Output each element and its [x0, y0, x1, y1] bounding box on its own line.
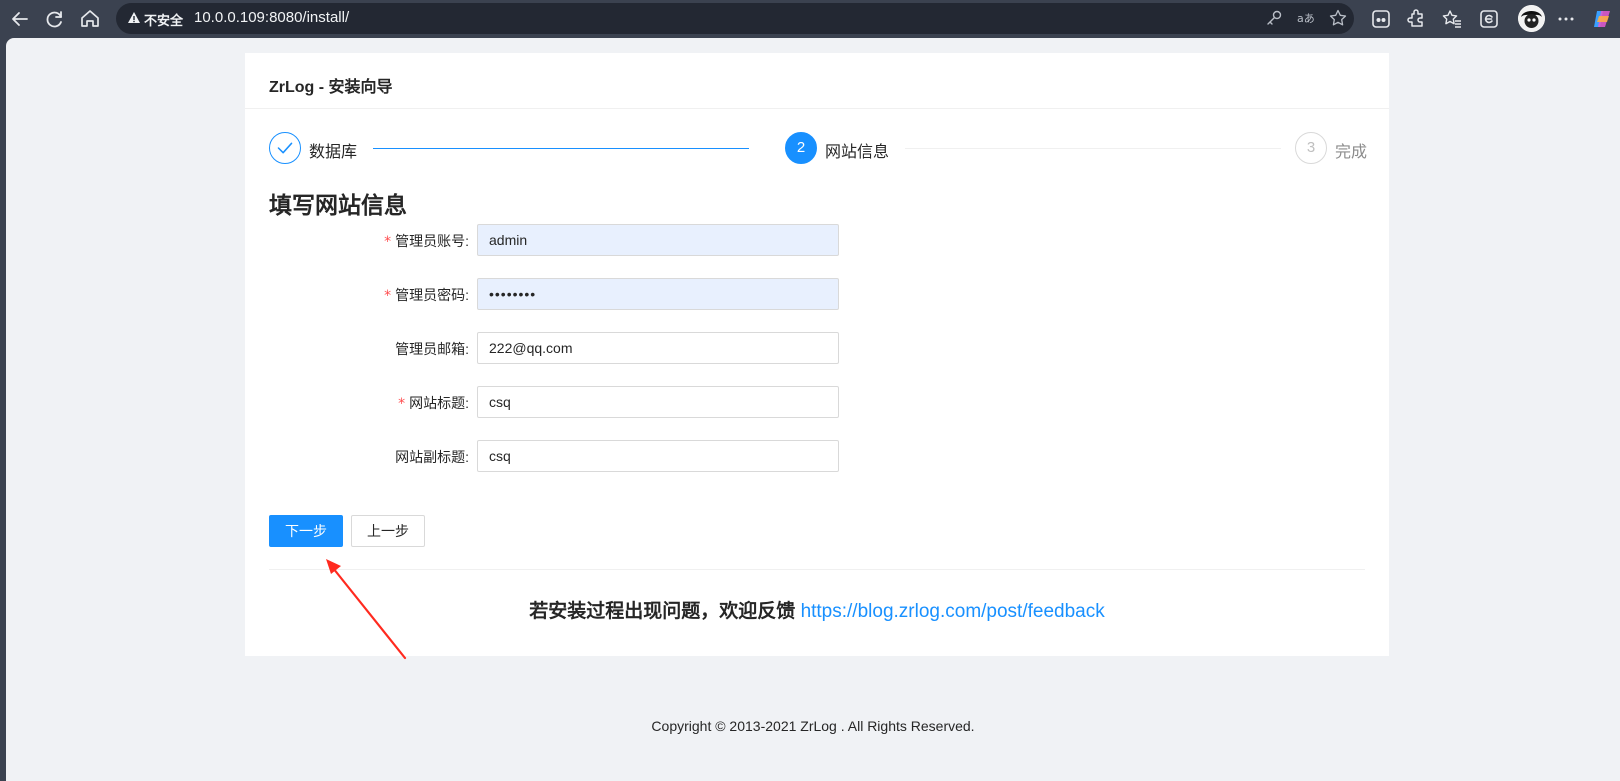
prev-step-button[interactable]: 上一步 — [351, 515, 425, 547]
admin-account-input[interactable] — [477, 224, 839, 256]
admin-password-input[interactable] — [477, 278, 839, 310]
divider — [269, 569, 1365, 570]
step-2-label: 网站信息 — [825, 144, 890, 161]
form-row-site-title: * 网站标题: — [269, 386, 839, 418]
feedback-link[interactable]: https://blog.zrlog.com/post/feedback — [801, 601, 1105, 622]
svg-text:aあ: aあ — [1297, 12, 1315, 25]
step-connector-1 — [373, 148, 749, 149]
step-1-label: 数据库 — [309, 144, 358, 161]
more-options-icon[interactable] — [1554, 7, 1578, 31]
card-title: ZrLog - 安装向导 — [245, 53, 1389, 109]
admin-email-label: 管理员邮箱: — [395, 341, 469, 357]
site-title-label: 网站标题: — [409, 395, 469, 411]
form-row-admin-account: * 管理员账号: — [269, 224, 839, 256]
step-connector-2 — [905, 148, 1281, 149]
site-subtitle-label: 网站副标题: — [395, 449, 469, 465]
field-label: * 管理员账号: — [384, 231, 469, 251]
form-row-admin-password: * 管理员密码: — [269, 278, 839, 310]
admin-password-label: 管理员密码: — [395, 287, 469, 303]
form-row-admin-email: 管理员邮箱: — [269, 332, 839, 364]
warning-icon — [128, 12, 140, 23]
security-label[interactable]: 不安全 — [144, 10, 183, 29]
step-1-done-icon — [269, 132, 301, 164]
admin-account-label: 管理员账号: — [395, 233, 469, 249]
copyright-footer: Copyright © 2013-2021 ZrLog . All Rights… — [651, 718, 975, 734]
game-assist-icon[interactable] — [1369, 7, 1393, 31]
field-label: * 管理员密码: — [384, 285, 469, 305]
page-body: ZrLog - 安装向导 数据库 2 网站信息 3 完成 填写网站信息 * 管理员… — [6, 38, 1620, 781]
site-title-input[interactable] — [477, 386, 839, 418]
profile-avatar[interactable] — [1518, 5, 1545, 32]
step-2-indicator: 2 — [785, 132, 817, 164]
form-row-site-subtitle: 网站副标题: — [269, 440, 839, 472]
copilot-icon[interactable] — [1590, 7, 1614, 31]
feedback-text: 若安装过程出现问题，欢迎反馈 — [529, 601, 796, 622]
next-step-button[interactable]: 下一步 — [269, 515, 343, 547]
install-wizard-card: ZrLog - 安装向导 数据库 2 网站信息 3 完成 填写网站信息 * 管理员… — [245, 53, 1389, 656]
admin-email-input[interactable] — [477, 332, 839, 364]
refresh-icon[interactable] — [42, 6, 68, 32]
read-aloud-icon[interactable]: aあ — [1296, 8, 1316, 28]
required-mark: * — [384, 288, 392, 304]
extensions-icon[interactable] — [1405, 7, 1429, 31]
back-icon[interactable] — [7, 6, 33, 32]
key-icon[interactable] — [1264, 8, 1284, 28]
address-bar[interactable]: 不安全 10.0.0.109:8080/install/ aあ — [116, 3, 1354, 34]
feedback-line: 若安装过程出现问题，欢迎反馈 https://blog.zrlog.com/po… — [245, 596, 1389, 623]
step-3-label: 完成 — [1335, 144, 1368, 161]
site-subtitle-input[interactable] — [477, 440, 839, 472]
favorites-icon[interactable] — [1440, 7, 1464, 31]
url-text[interactable]: 10.0.0.109:8080/install/ — [194, 9, 349, 26]
required-mark: * — [398, 396, 406, 412]
required-mark: * — [384, 234, 392, 250]
home-icon[interactable] — [77, 6, 103, 32]
step-3-indicator: 3 — [1295, 132, 1327, 164]
browser-toolbar: 不安全 10.0.0.109:8080/install/ aあ — [0, 0, 1620, 37]
field-label: * 网站标题: — [398, 393, 469, 413]
favorite-star-icon[interactable] — [1328, 8, 1348, 28]
form-title: 填写网站信息 — [269, 192, 407, 218]
collections-icon[interactable] — [1477, 7, 1501, 31]
